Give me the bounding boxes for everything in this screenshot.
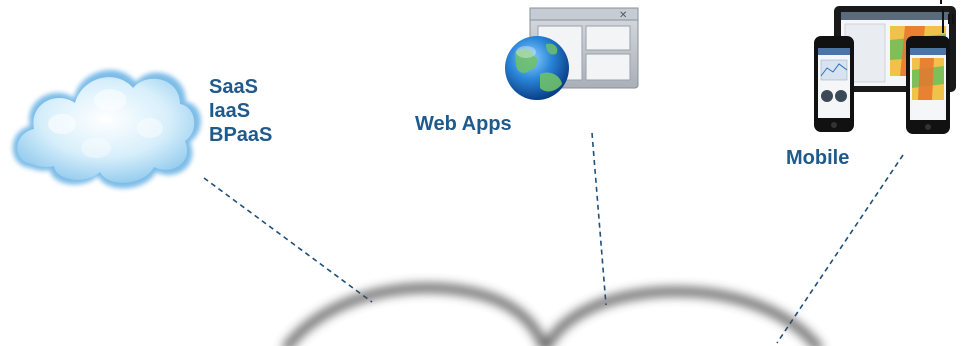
tablet-and-phones-icon [814,6,956,134]
globe-browser-window-icon: ✕ [505,7,639,100]
svg-text:✕: ✕ [619,10,627,21]
cloud-services-list: SaaS IaaS BPaaS [209,75,272,147]
mobile-connector [776,154,904,344]
web-apps-connector [591,132,607,306]
service-iaas-label: IaaS [209,100,251,122]
service-saas-label: SaaS [209,76,258,98]
cloud-icon [12,70,201,189]
arc-shapes [282,283,823,346]
service-bpaas-label: BPaaS [209,124,273,146]
diagram-canvas: ✕ [12,0,956,346]
web-apps-label: Web Apps [415,113,512,135]
mobile-label: Mobile [786,147,850,169]
cloud-connector [203,177,373,303]
